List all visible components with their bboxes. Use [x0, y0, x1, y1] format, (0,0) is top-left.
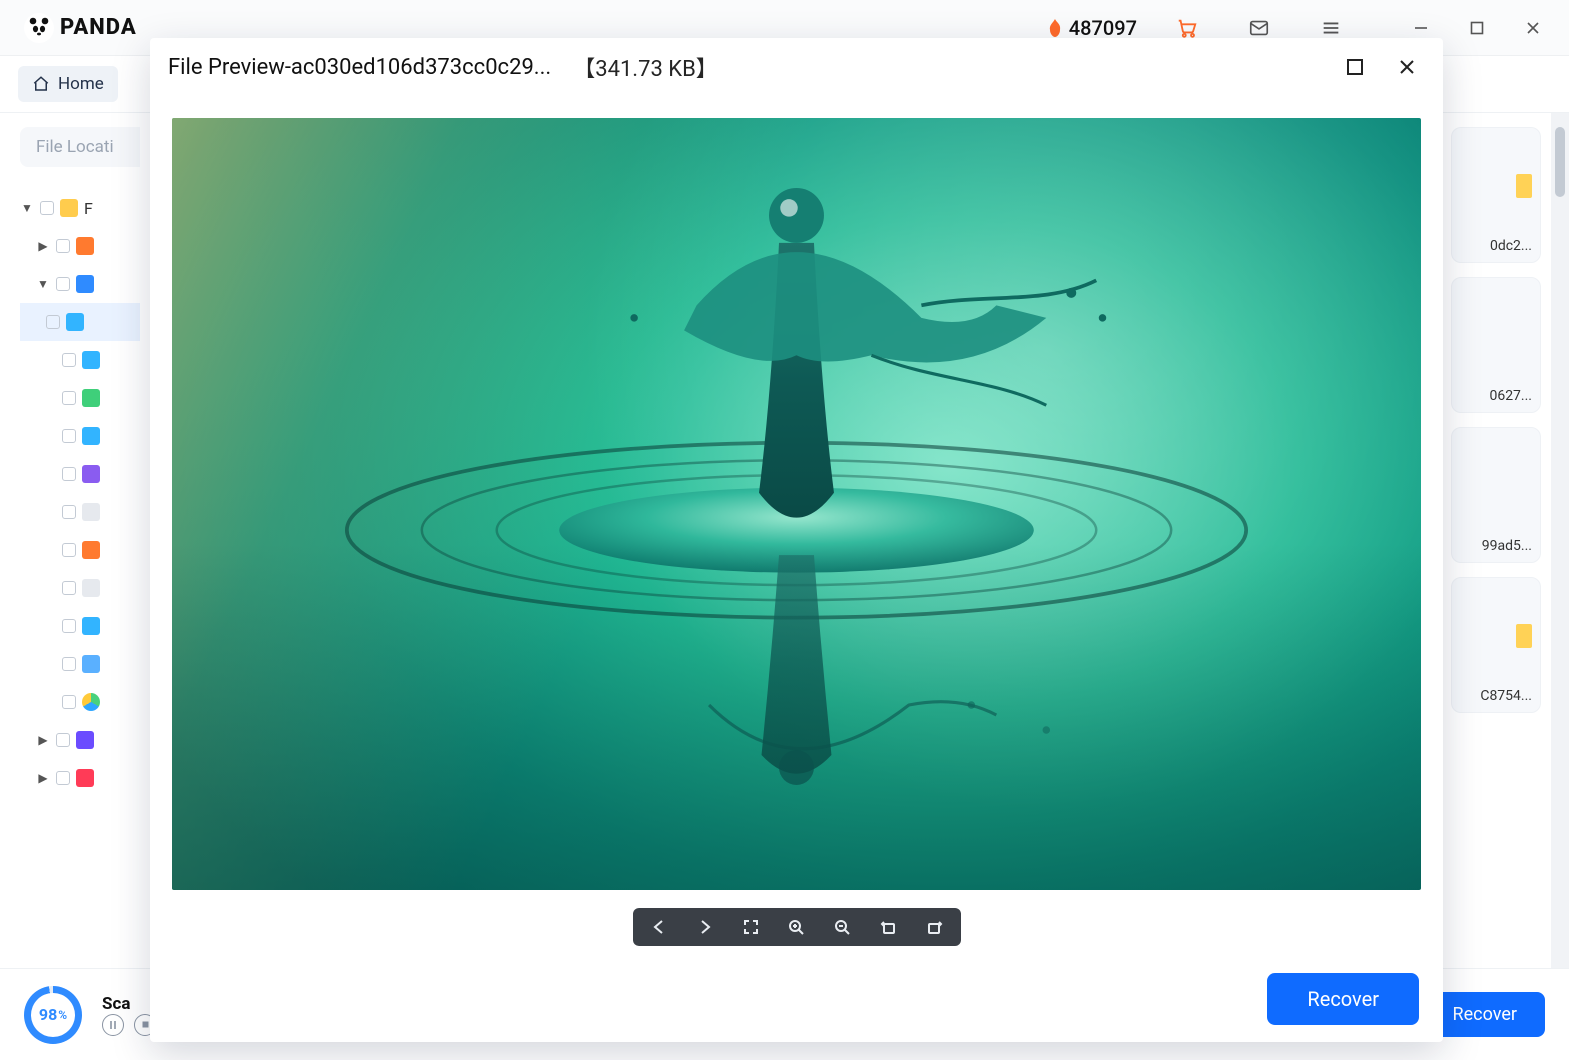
file-type-icon	[82, 579, 100, 597]
progress-ring: 98%	[24, 986, 82, 1044]
checkbox[interactable]	[62, 581, 76, 595]
checkbox[interactable]	[62, 657, 76, 671]
pause-icon[interactable]	[102, 1014, 124, 1036]
caret-right-icon: ▶	[36, 239, 50, 253]
file-type-icon	[82, 541, 100, 559]
panda-logo-icon	[24, 13, 54, 43]
tree-row[interactable]	[20, 569, 140, 607]
folder-icon	[60, 199, 78, 217]
file-type-icon	[76, 731, 94, 749]
tree-row[interactable]: ▶	[20, 227, 140, 265]
app-logo: PANDA	[24, 13, 137, 43]
file-type-icon	[82, 617, 100, 635]
result-card[interactable]: 0627...	[1451, 277, 1541, 413]
tree-row[interactable]	[20, 417, 140, 455]
tree-row[interactable]	[20, 683, 140, 721]
tree-row[interactable]: ▶	[20, 721, 140, 759]
rotate-right-icon[interactable]	[919, 914, 951, 940]
preview-toolbar	[633, 908, 961, 946]
checkbox[interactable]	[62, 543, 76, 557]
tree-root[interactable]: ▼F	[20, 189, 140, 227]
file-type-icon	[66, 313, 84, 331]
modal-maximize-icon[interactable]	[1337, 49, 1373, 85]
window-maximize-icon[interactable]	[1449, 7, 1505, 49]
edge-icon	[82, 693, 100, 711]
checkbox[interactable]	[62, 619, 76, 633]
progress-value: 98%	[31, 993, 75, 1037]
prev-icon[interactable]	[643, 914, 675, 940]
checkbox[interactable]	[62, 695, 76, 709]
sidebar: File Locati ▼F ▶ ▼ ▶ ▶	[0, 113, 140, 968]
tree-row[interactable]	[20, 531, 140, 569]
result-card[interactable]: C8754...	[1451, 577, 1541, 713]
fullscreen-icon[interactable]	[735, 914, 767, 940]
home-icon	[32, 75, 50, 93]
thumb-icon	[1516, 624, 1532, 648]
splash-illustration	[172, 118, 1421, 817]
modal-close-icon[interactable]	[1389, 49, 1425, 85]
window-close-icon[interactable]	[1505, 7, 1561, 49]
next-icon[interactable]	[689, 914, 721, 940]
result-card[interactable]: 0dc2...	[1451, 127, 1541, 263]
preview-image	[172, 118, 1421, 890]
file-type-icon	[82, 465, 100, 483]
checkbox[interactable]	[46, 315, 60, 329]
checkbox[interactable]	[62, 391, 76, 405]
file-type-icon	[76, 237, 94, 255]
file-type-icon	[82, 427, 100, 445]
tree-row[interactable]	[20, 379, 140, 417]
user-count: 487097	[1047, 16, 1137, 40]
modal-footer: Recover	[150, 956, 1443, 1042]
modal-title: File Preview-ac030ed106d373cc0c29...	[168, 55, 551, 80]
caret-right-icon: ▶	[36, 771, 50, 785]
checkbox[interactable]	[40, 201, 54, 215]
result-card[interactable]: 99ad5...	[1451, 427, 1541, 563]
tree-row[interactable]: ▼	[20, 265, 140, 303]
thumb-icon	[1516, 174, 1532, 198]
right-column: 0dc2... 0627... 99ad5... C8754...	[1451, 113, 1551, 968]
checkbox[interactable]	[62, 467, 76, 481]
checkbox[interactable]	[56, 239, 70, 253]
file-type-icon	[76, 275, 94, 293]
tree-row-selected[interactable]	[20, 303, 140, 341]
tree-row[interactable]: ▶	[20, 759, 140, 797]
modal-header: File Preview-ac030ed106d373cc0c29... 【34…	[150, 38, 1443, 96]
file-type-icon	[82, 351, 100, 369]
rotate-left-icon[interactable]	[873, 914, 905, 940]
zoom-in-icon[interactable]	[781, 914, 813, 940]
app-brand-text: PANDA	[60, 15, 137, 40]
tree-row[interactable]	[20, 645, 140, 683]
file-type-icon	[76, 769, 94, 787]
file-type-icon	[82, 503, 100, 521]
checkbox[interactable]	[56, 733, 70, 747]
caret-right-icon: ▶	[36, 733, 50, 747]
file-type-icon	[82, 389, 100, 407]
checkbox[interactable]	[62, 505, 76, 519]
checkbox[interactable]	[56, 771, 70, 785]
file-location-button[interactable]: File Locati	[20, 127, 140, 167]
tree-row[interactable]	[20, 493, 140, 531]
modal-size: 【341.73 KB】	[573, 51, 718, 83]
recover-button-modal[interactable]: Recover	[1267, 973, 1419, 1025]
caret-down-icon: ▼	[20, 201, 34, 215]
modal-body	[150, 96, 1443, 956]
zoom-out-icon[interactable]	[827, 914, 859, 940]
count-flame-icon	[1047, 18, 1063, 38]
checkbox[interactable]	[56, 277, 70, 291]
file-preview-modal: File Preview-ac030ed106d373cc0c29... 【34…	[150, 38, 1443, 1042]
tree-row[interactable]	[20, 455, 140, 493]
vertical-scrollbar[interactable]	[1551, 113, 1569, 968]
scrollbar-thumb[interactable]	[1555, 127, 1565, 197]
checkbox[interactable]	[62, 429, 76, 443]
image-type-icon	[82, 655, 100, 673]
caret-down-icon: ▼	[36, 277, 50, 291]
checkbox[interactable]	[62, 353, 76, 367]
tree-row[interactable]	[20, 607, 140, 645]
tree-row[interactable]	[20, 341, 140, 379]
breadcrumb-home[interactable]: Home	[18, 66, 118, 102]
